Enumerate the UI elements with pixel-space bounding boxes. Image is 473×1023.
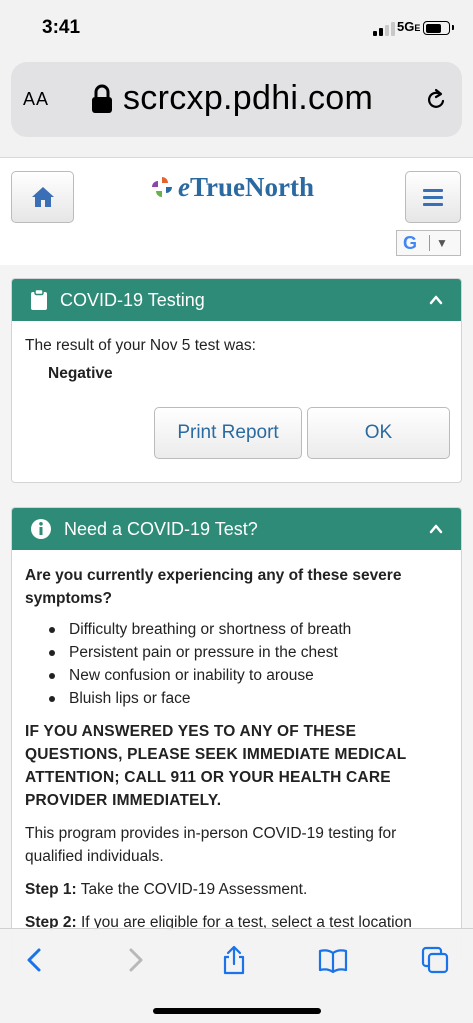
list-item: New confusion or inability to arouse xyxy=(49,664,448,687)
hamburger-icon-bar xyxy=(423,202,443,206)
back-icon[interactable] xyxy=(20,945,50,975)
browser-toolbar xyxy=(0,928,473,1023)
status-bar: 3:41 5GE xyxy=(0,0,473,52)
logo-text: eTrueNorth xyxy=(178,171,314,202)
google-translate-widget[interactable]: G ▼ xyxy=(396,230,461,256)
signal-icon xyxy=(373,22,395,36)
panel-header[interactable]: COVID-19 Testing xyxy=(12,279,461,321)
panel-title: COVID-19 Testing xyxy=(60,289,205,310)
list-item: Difficulty breathing or shortness of bre… xyxy=(49,618,448,641)
home-icon xyxy=(31,187,54,207)
ok-button[interactable]: OK xyxy=(307,407,450,459)
list-item: Bluish lips or face xyxy=(49,687,448,710)
address-bar[interactable]: AA scrcxp.pdhi.com xyxy=(11,62,462,137)
chevron-up-icon[interactable] xyxy=(429,522,443,536)
step-1: Step 1: Take the COVID-19 Assessment. xyxy=(25,881,308,898)
home-button[interactable] xyxy=(11,171,74,223)
panel-title: Need a COVID-19 Test? xyxy=(64,518,258,539)
chevron-up-icon[interactable] xyxy=(429,293,443,307)
result-text: The result of your Nov 5 test was: xyxy=(25,337,256,354)
result-value: Negative xyxy=(48,365,113,382)
symptom-list: Difficulty breathing or shortness of bre… xyxy=(49,618,448,710)
emergency-warning: IF YOU ANSWERED YES TO ANY OF THESE QUES… xyxy=(25,723,407,809)
text-size-button[interactable]: AA xyxy=(23,89,49,110)
chevron-down-icon: ▼ xyxy=(436,236,448,250)
hamburger-icon-bar xyxy=(423,195,443,199)
symptom-question: Are you currently experiencing any of th… xyxy=(25,567,402,607)
program-description: This program provides in-person COVID-19… xyxy=(25,825,397,865)
clipboard-icon xyxy=(31,289,47,310)
status-time: 3:41 xyxy=(42,17,81,38)
tabs-icon[interactable] xyxy=(420,945,450,975)
need-test-panel: Need a COVID-19 Test? Are you currently … xyxy=(11,507,462,967)
menu-button[interactable] xyxy=(405,171,461,223)
reload-icon[interactable] xyxy=(425,88,447,112)
covid-testing-panel: COVID-19 Testing The result of your Nov … xyxy=(11,278,462,483)
bookmarks-icon[interactable] xyxy=(318,945,348,975)
divider xyxy=(429,235,430,251)
google-icon: G xyxy=(402,232,417,253)
home-indicator[interactable] xyxy=(153,1008,321,1014)
etruenorth-logo[interactable]: eTrueNorth xyxy=(150,172,314,202)
forward-icon[interactable] xyxy=(120,945,150,975)
url-text[interactable]: scrcxp.pdhi.com xyxy=(123,79,373,118)
lock-icon xyxy=(92,84,112,113)
hamburger-icon-bar xyxy=(423,188,443,192)
browser-top: AA scrcxp.pdhi.com xyxy=(0,52,473,157)
print-report-button[interactable]: Print Report xyxy=(154,407,302,459)
logo-swirl-icon xyxy=(152,177,172,197)
network-label: 5GE xyxy=(397,19,421,34)
panel-header[interactable]: Need a COVID-19 Test? xyxy=(12,508,461,550)
info-icon xyxy=(31,519,51,539)
panel-body: Are you currently experiencing any of th… xyxy=(12,550,461,934)
list-item: Persistent pain or pressure in the chest xyxy=(49,641,448,664)
battery-icon xyxy=(423,21,454,35)
site-header: eTrueNorth G ▼ xyxy=(0,157,473,265)
share-icon[interactable] xyxy=(219,945,249,975)
